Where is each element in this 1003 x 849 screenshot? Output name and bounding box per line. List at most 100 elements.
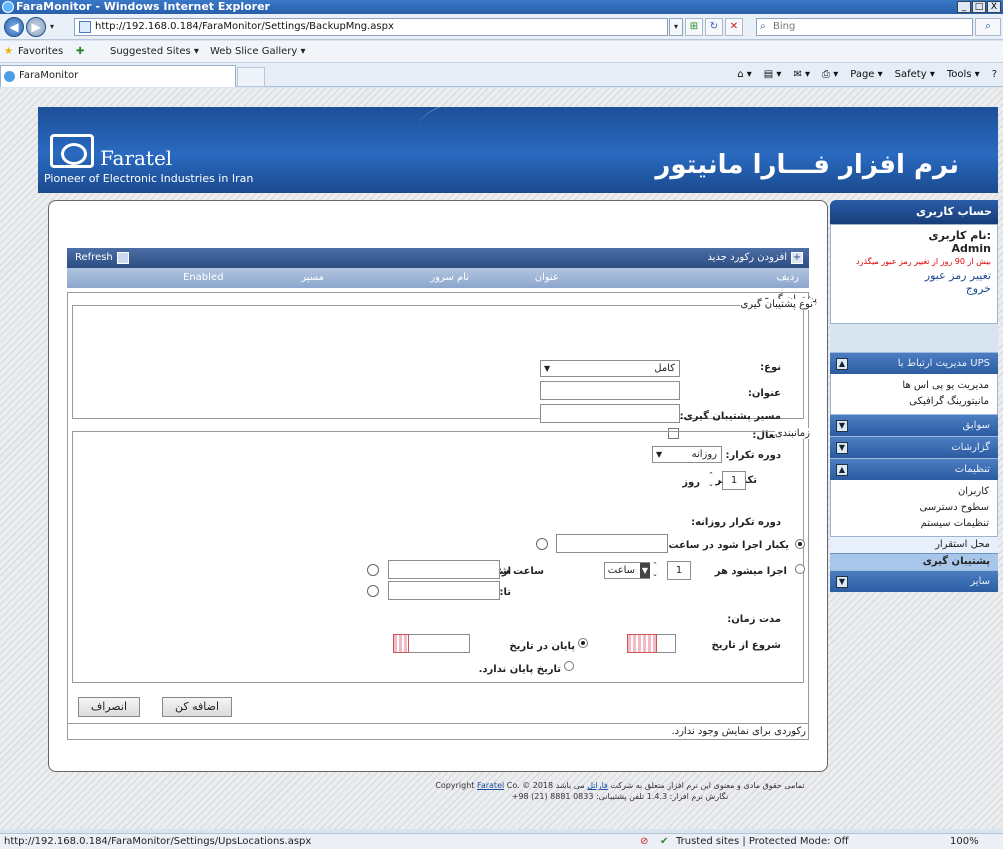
page-menu[interactable]: Page ▾ bbox=[850, 63, 882, 87]
backup-type-legend: نوع پشتیبان گیری bbox=[740, 299, 813, 310]
from-clock-icon[interactable] bbox=[367, 564, 379, 576]
faratel-logo-icon bbox=[50, 134, 94, 168]
status-url: http://192.168.0.184/FaraMonitor/Setting… bbox=[4, 836, 312, 847]
column-header-row[interactable]: ردیف bbox=[777, 268, 799, 288]
back-icon[interactable]: ◀ bbox=[4, 17, 24, 37]
feeds-icon[interactable]: ▤ ▾ bbox=[764, 63, 782, 87]
run-every-spinner-icon[interactable]: ⌃ ⌄ bbox=[652, 561, 658, 579]
suggested-sites-link[interactable]: Suggested Sites ▾ bbox=[110, 41, 199, 63]
search-input[interactable]: ⌕ Bing bbox=[756, 18, 973, 36]
stop-icon[interactable]: ✕ bbox=[725, 18, 743, 36]
maximize-button[interactable]: □ bbox=[972, 1, 986, 13]
start-date-calendar-icon[interactable] bbox=[627, 634, 657, 653]
status-bar: http://192.168.0.184/FaraMonitor/Setting… bbox=[0, 833, 1003, 849]
forward-icon[interactable]: ▶ bbox=[26, 17, 46, 37]
menu-item-ups-list[interactable]: مدیریت یو پی اس ها bbox=[839, 378, 989, 394]
add-favorite-icon[interactable]: ✚ bbox=[76, 41, 84, 63]
from-time-input[interactable] bbox=[388, 560, 500, 579]
run-once-time-input[interactable] bbox=[556, 534, 668, 553]
refresh-grid-icon[interactable] bbox=[117, 252, 129, 264]
web-slice-gallery-link[interactable]: Web Slice Gallery ▾ bbox=[210, 41, 306, 63]
menu-history[interactable]: ▼ سوابق bbox=[830, 414, 998, 436]
menu-ups-items: مدیریت یو پی اس ها مانیتورینگ گرافیکی bbox=[830, 374, 998, 414]
title-input[interactable] bbox=[540, 381, 680, 400]
logout-link[interactable]: خروج bbox=[837, 282, 991, 295]
daily-period-header: دوره تکرار روزانه: bbox=[691, 517, 781, 528]
app-title: نرم افزار فـــارا مانیتور bbox=[655, 150, 959, 180]
window-title-bar: FaraMonitor - Windows Internet Explorer bbox=[0, 0, 1003, 14]
menu-item-users[interactable]: کاربران bbox=[839, 484, 989, 500]
run-every-radio[interactable] bbox=[795, 564, 805, 574]
menu-ups-management[interactable]: ▲ مدیریت ارتباط با UPS bbox=[830, 352, 998, 374]
favorites-button[interactable]: Favorites bbox=[18, 41, 63, 63]
menu-item-backup[interactable]: پشتیبان گیری bbox=[830, 553, 998, 570]
clock-icon[interactable] bbox=[536, 538, 548, 550]
collapse-icon: ▲ bbox=[836, 358, 848, 370]
to-clock-icon[interactable] bbox=[367, 585, 379, 597]
menu-item-graphic-monitoring[interactable]: مانیتورینگ گرافیکی bbox=[839, 394, 989, 410]
history-dropdown-icon[interactable]: ▾ bbox=[50, 22, 54, 31]
menu-item-locations[interactable]: محل استقرار bbox=[830, 536, 998, 553]
grid-toolbar: Refresh افزودن رکورد جدید + bbox=[67, 248, 809, 268]
end-date-calendar-icon[interactable] bbox=[393, 634, 409, 653]
new-tab-button[interactable] bbox=[237, 67, 265, 87]
zoom-level[interactable]: 100% bbox=[950, 834, 979, 849]
to-time-input[interactable] bbox=[388, 581, 500, 600]
add-icon[interactable]: + bbox=[791, 252, 803, 264]
refresh-icon[interactable]: ↻ bbox=[705, 18, 723, 36]
company-link-fa[interactable]: فاراتل bbox=[587, 781, 608, 790]
column-header-server[interactable]: نام سرور bbox=[430, 268, 469, 288]
no-end-date-radio[interactable] bbox=[564, 661, 574, 671]
change-password-link[interactable]: تغییر رمز عبور bbox=[837, 269, 991, 282]
expand-icon: ▼ bbox=[836, 576, 848, 588]
menu-reports[interactable]: ▼ گزارشات bbox=[830, 436, 998, 458]
add-record-button[interactable]: افزودن رکورد جدید bbox=[707, 248, 787, 268]
blocked-icon: ⊘ bbox=[640, 836, 649, 847]
account-box: نام کاربری: Admin بیش از 90 روز از تغییر… bbox=[830, 224, 998, 324]
page-footer: تمامی حقوق مادی و معنوی این نرم افزار مت… bbox=[340, 780, 900, 802]
menu-item-access-levels[interactable]: سطوح دسترسی bbox=[839, 500, 989, 516]
grid-header: ردیف عنوان نام سرور مسیر Enabled bbox=[67, 268, 809, 288]
company-link-en[interactable]: Faratel bbox=[477, 781, 504, 790]
help-icon[interactable]: ? bbox=[992, 63, 997, 87]
column-header-enabled[interactable]: Enabled bbox=[183, 268, 223, 288]
to-label: تا: bbox=[499, 587, 511, 598]
mail-icon[interactable]: ✉ ▾ bbox=[793, 63, 810, 87]
run-every-unit-select[interactable]: ▼ ساعت bbox=[604, 562, 650, 579]
compatibility-icon[interactable]: ⊞ bbox=[685, 18, 703, 36]
run-every-input[interactable]: 1 bbox=[667, 561, 691, 580]
column-header-path[interactable]: مسیر bbox=[301, 268, 324, 288]
type-select[interactable]: ▼ کامل bbox=[540, 360, 680, 377]
type-label: نوع: bbox=[760, 362, 781, 373]
menu-other[interactable]: ▼ سایر bbox=[830, 570, 998, 592]
menu-item-system-settings[interactable]: تنظیمات سیستم bbox=[839, 516, 989, 532]
column-header-title[interactable]: عنوان bbox=[535, 268, 559, 288]
safety-menu[interactable]: Safety ▾ bbox=[895, 63, 935, 87]
search-button[interactable]: ⌕ bbox=[975, 18, 1001, 36]
username-value: Admin bbox=[951, 242, 991, 255]
no-end-date-label: تاریخ پایان ندارد. bbox=[478, 664, 561, 675]
end-date-radio[interactable] bbox=[578, 638, 588, 648]
expand-icon: ▼ bbox=[836, 420, 848, 432]
period-select[interactable]: ▼ روزانه bbox=[652, 446, 722, 463]
repeat-spinner-icon[interactable]: ⌃ ⌄ bbox=[708, 471, 714, 489]
title-label: عنوان: bbox=[747, 388, 781, 399]
security-zone[interactable]: Trusted sites | Protected Mode: Off bbox=[676, 834, 849, 849]
menu-settings[interactable]: ▲ تنظیمات bbox=[830, 458, 998, 480]
tab-faramonitor[interactable]: FaraMonitor bbox=[0, 65, 236, 87]
minimize-button[interactable]: _ bbox=[957, 1, 971, 13]
address-input[interactable]: http://192.168.0.184/FaraMonitor/Setting… bbox=[74, 18, 668, 36]
refresh-button[interactable]: Refresh bbox=[75, 248, 113, 268]
address-dropdown-icon[interactable]: ▾ bbox=[669, 18, 683, 36]
print-icon[interactable]: ⎙ ▾ bbox=[822, 63, 838, 87]
cancel-button[interactable]: انصراف bbox=[78, 697, 140, 717]
home-icon[interactable]: ⌂ ▾ bbox=[737, 63, 752, 87]
close-button[interactable]: X bbox=[987, 1, 1001, 13]
backup-path-input[interactable] bbox=[540, 404, 680, 423]
sidebar: حساب کاربری نام کاربری: Admin بیش از 90 … bbox=[830, 200, 998, 592]
expand-icon: ▼ bbox=[836, 442, 848, 454]
run-once-radio[interactable] bbox=[795, 539, 805, 549]
tools-menu[interactable]: Tools ▾ bbox=[947, 63, 980, 87]
add-button[interactable]: اضافه کن bbox=[162, 697, 232, 717]
repeat-input[interactable]: 1 bbox=[722, 471, 746, 490]
